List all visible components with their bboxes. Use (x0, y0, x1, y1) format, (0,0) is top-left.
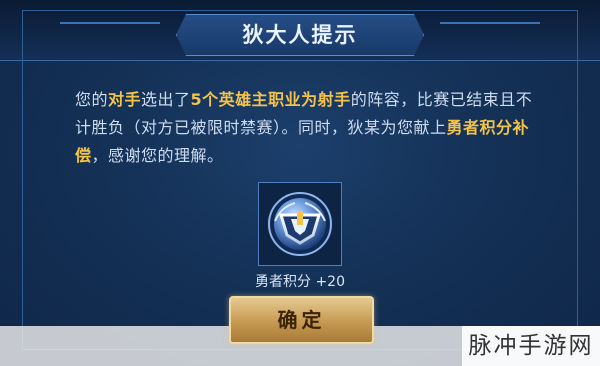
message-highlight-lineup: 5个英雄主职业为射手 (190, 90, 351, 109)
confirm-button[interactable]: 确定 (229, 296, 374, 344)
header-decoration-right (440, 22, 540, 24)
reward-item[interactable] (258, 182, 342, 266)
header-decoration-left (60, 22, 160, 24)
message-text-4: ，感谢您的理解。 (91, 146, 224, 165)
message-highlight-opponent: 对手 (108, 90, 142, 109)
brave-points-badge-icon (268, 192, 332, 256)
confirm-button-label: 确定 (277, 308, 326, 332)
watermark: 脉冲手游网 (462, 326, 600, 366)
reward-label: 勇者积分 +20 (255, 274, 345, 290)
dialog-title: 狄大人提示 (242, 23, 358, 47)
message-text-2: 选出了 (141, 90, 191, 109)
notice-dialog: 狄大人提示 您的对手选出了5个英雄主职业为射手的阵容，比赛已结束且不计胜负（对方… (0, 0, 600, 366)
message-text-1: 您的 (75, 90, 109, 109)
dialog-message: 您的对手选出了5个英雄主职业为射手的阵容，比赛已结束且不计胜负（对方已被限时禁赛… (75, 86, 535, 170)
